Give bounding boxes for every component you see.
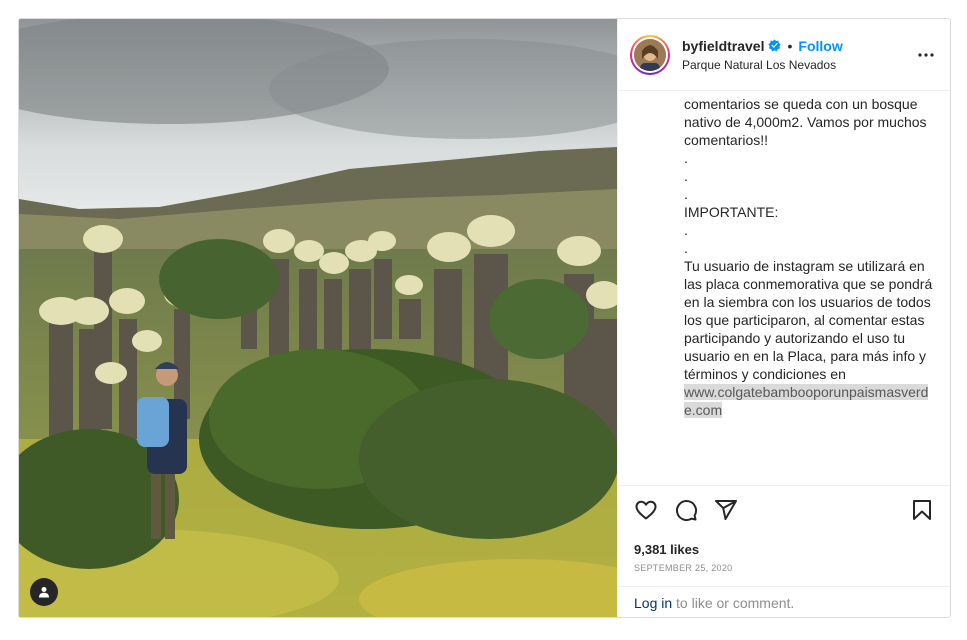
comment-button[interactable] bbox=[666, 490, 706, 530]
share-icon bbox=[715, 499, 737, 520]
instagram-post: byfieldtravel • Follow Parque Natural Lo… bbox=[18, 18, 951, 618]
post-sidebar: byfieldtravel • Follow Parque Natural Lo… bbox=[617, 19, 950, 617]
post-actions bbox=[618, 485, 950, 533]
share-button[interactable] bbox=[706, 490, 746, 530]
avatar-story-ring[interactable] bbox=[630, 34, 670, 75]
caption-link[interactable]: www.colgatebambooporunpaismasverde.com bbox=[684, 384, 929, 418]
post-header-meta: byfieldtravel • Follow Parque Natural Lo… bbox=[682, 38, 843, 72]
save-button[interactable] bbox=[902, 490, 942, 530]
tagged-users-button[interactable] bbox=[30, 578, 58, 606]
bookmark-icon bbox=[913, 499, 931, 520]
separator-dot: • bbox=[787, 37, 793, 54]
more-options-button[interactable] bbox=[914, 43, 938, 72]
more-options-icon bbox=[918, 53, 934, 57]
follow-button[interactable]: Follow bbox=[798, 38, 842, 54]
user-tag-icon bbox=[39, 587, 49, 598]
avatar bbox=[634, 38, 666, 71]
username-link[interactable]: byfieldtravel bbox=[682, 38, 764, 54]
verified-badge-icon bbox=[768, 39, 782, 52]
login-link[interactable]: Log in bbox=[634, 595, 672, 611]
post-date[interactable]: SEPTEMBER 25, 2020 bbox=[634, 563, 732, 573]
likes-count[interactable]: 9,381 likes bbox=[634, 542, 699, 557]
login-prompt-text: to like or comment. bbox=[672, 595, 795, 611]
caption-text: comentarios se queda con un bosque nativ… bbox=[684, 96, 933, 418]
comment-icon bbox=[676, 499, 698, 521]
post-photo[interactable] bbox=[19, 19, 617, 617]
login-prompt: Log in to like or comment. bbox=[618, 586, 950, 617]
landscape-image bbox=[19, 19, 617, 617]
location-link[interactable]: Parque Natural Los Nevados bbox=[682, 58, 843, 72]
caption-area: comentarios se queda con un bosque nativ… bbox=[618, 91, 950, 485]
post-header: byfieldtravel • Follow Parque Natural Lo… bbox=[618, 19, 950, 91]
like-button[interactable] bbox=[626, 490, 666, 530]
heart-icon bbox=[635, 500, 657, 519]
